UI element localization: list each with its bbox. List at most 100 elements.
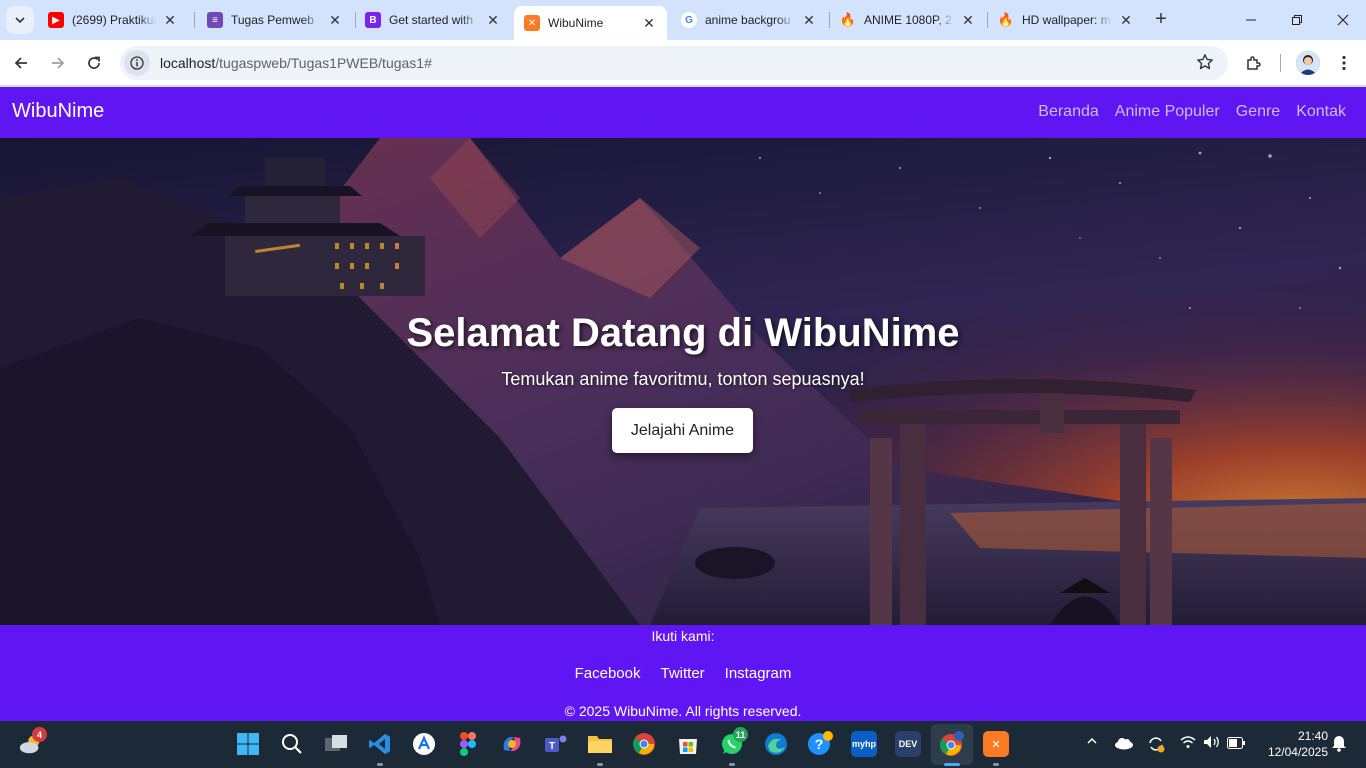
- microsoft-store-icon[interactable]: [675, 731, 701, 757]
- social-links: Facebook Twitter Instagram: [0, 665, 1366, 682]
- arrow-left-icon: [14, 57, 27, 69]
- forward-button[interactable]: [43, 48, 73, 78]
- youtube-icon: ▶: [48, 12, 64, 28]
- vscode-icon[interactable]: [367, 731, 393, 757]
- windows-start-icon[interactable]: [235, 731, 261, 757]
- tab-title: (2699) Praktikum: [72, 13, 156, 27]
- close-icon[interactable]: ✕: [1118, 12, 1134, 28]
- notification-bell-icon[interactable]: [1331, 734, 1347, 755]
- explore-anime-button[interactable]: Jelajahi Anime: [612, 408, 753, 453]
- edge-icon[interactable]: [763, 731, 789, 757]
- tab-separator: [194, 12, 195, 28]
- task-view-icon[interactable]: [323, 731, 349, 757]
- bookmark-star-icon[interactable]: [1196, 53, 1214, 76]
- clock-time: 21:40: [1297, 729, 1328, 743]
- nav-link-kontak[interactable]: Kontak: [1296, 103, 1346, 121]
- search-icon[interactable]: [279, 731, 305, 757]
- site-info-icon[interactable]: [124, 50, 150, 76]
- copilot-icon[interactable]: [499, 731, 525, 757]
- url-host: localhost: [160, 55, 216, 71]
- reload-button[interactable]: [79, 48, 109, 78]
- get-help-icon[interactable]: ?: [807, 731, 833, 757]
- close-icon[interactable]: ✕: [801, 12, 817, 28]
- tab-title: anime backgrou: [705, 13, 791, 27]
- close-icon[interactable]: ✕: [960, 12, 976, 28]
- social-link-facebook[interactable]: Facebook: [575, 665, 641, 682]
- tab-wallpaper-1[interactable]: 🔥 ANIME 1080P, 2 ✕: [830, 6, 986, 34]
- onedrive-icon[interactable]: [1114, 736, 1134, 753]
- tab-bootstrap[interactable]: B Get started with ✕: [355, 6, 511, 34]
- tab-title: HD wallpaper: m: [1022, 13, 1111, 27]
- weather-badge: 4: [32, 727, 47, 742]
- site-navbar: WibuNime Beranda Anime Populer Genre Kon…: [0, 87, 1366, 138]
- dev-home-icon[interactable]: DEV: [895, 731, 921, 757]
- file-explorer-icon[interactable]: [587, 731, 613, 757]
- reload-icon: [88, 56, 100, 69]
- sync-icon[interactable]: [1146, 734, 1166, 757]
- tab-wallpaper-2[interactable]: 🔥 HD wallpaper: m ✕: [988, 6, 1144, 34]
- xampp-icon: ✕: [524, 15, 540, 31]
- address-bar[interactable]: localhost/tugaspweb/Tugas1PWEB/tugas1#: [120, 46, 1228, 80]
- myhp-icon[interactable]: myhp: [851, 731, 877, 757]
- close-icon[interactable]: ✕: [327, 12, 343, 28]
- restore-icon: [1292, 15, 1302, 25]
- profile-avatar[interactable]: [1296, 51, 1320, 75]
- nav-link-beranda[interactable]: Beranda: [1038, 103, 1099, 121]
- forms-icon: ≡: [207, 12, 223, 28]
- browser-menu-button[interactable]: [1329, 48, 1359, 78]
- social-link-instagram[interactable]: Instagram: [725, 665, 792, 682]
- tab-search-button[interactable]: [6, 6, 34, 34]
- web-page: WibuNime Beranda Anime Populer Genre Kon…: [0, 87, 1366, 721]
- tab-title: WibuNime: [548, 16, 604, 30]
- site-footer: Ikuti kami: Facebook Twitter Instagram ©…: [0, 625, 1366, 721]
- back-button[interactable]: [6, 48, 36, 78]
- tab-title: Get started with: [389, 13, 474, 27]
- system-clock[interactable]: 21:40 12/04/2025: [1258, 728, 1328, 760]
- social-link-twitter[interactable]: Twitter: [660, 665, 704, 682]
- active-indicator: [944, 763, 960, 766]
- xampp-taskbar-icon[interactable]: ✕: [983, 731, 1009, 757]
- flame-icon: 🔥: [839, 12, 857, 27]
- tab-google-search[interactable]: G anime backgrou ✕: [671, 6, 827, 34]
- battery-icon[interactable]: [1227, 737, 1245, 752]
- restore-button[interactable]: [1274, 0, 1320, 40]
- url-text[interactable]: localhost/tugaspweb/Tugas1PWEB/tugas1#: [160, 55, 432, 71]
- minimize-button[interactable]: [1228, 0, 1274, 40]
- close-icon[interactable]: ✕: [162, 12, 178, 28]
- hero-subtitle: Temukan anime favoritmu, tonton sepuasny…: [501, 369, 865, 389]
- tab-wibunime[interactable]: ✕ WibuNime ✕: [514, 6, 667, 40]
- windows-taskbar: 4 T 11 ? myhp DEV ✕ 21:40 12/04/2025: [0, 721, 1366, 768]
- clock-date: 12/04/2025: [1267, 745, 1328, 759]
- puzzle-icon: [1247, 56, 1261, 70]
- figma-icon[interactable]: [455, 731, 481, 757]
- volume-icon[interactable]: [1203, 735, 1221, 752]
- toolbar-divider: [1280, 54, 1281, 72]
- tab-tugas-pemweb[interactable]: ≡ Tugas Pemweb ✕: [197, 6, 353, 34]
- chevron-up-icon[interactable]: [1086, 735, 1098, 750]
- more-vertical-icon: [1342, 55, 1346, 71]
- tab-youtube[interactable]: ▶ (2699) Praktikum ✕: [38, 6, 188, 34]
- bootstrap-icon: B: [365, 12, 381, 28]
- tab-title: Tugas Pemweb: [231, 13, 314, 27]
- nav-link-genre[interactable]: Genre: [1236, 103, 1280, 121]
- teams-icon[interactable]: T: [543, 731, 569, 757]
- hero-content: Selamat Datang di WibuNime Temukan anime…: [0, 138, 1366, 625]
- wifi-icon[interactable]: [1180, 735, 1196, 752]
- running-indicator: [729, 763, 735, 766]
- nav-links: Beranda Anime Populer Genre Kontak: [1038, 103, 1346, 121]
- copyright-text: © 2025 WibuNime. All rights reserved.: [564, 703, 802, 719]
- close-icon: [1337, 14, 1349, 26]
- extensions-button[interactable]: [1239, 48, 1269, 78]
- close-icon[interactable]: ✕: [641, 15, 657, 31]
- nav-link-anime-populer[interactable]: Anime Populer: [1115, 103, 1220, 121]
- new-tab-button[interactable]: +: [1150, 8, 1172, 30]
- hero-title: Selamat Datang di WibuNime: [406, 311, 960, 355]
- svg-text:T: T: [549, 741, 555, 752]
- close-icon[interactable]: ✕: [485, 12, 501, 28]
- site-brand[interactable]: WibuNime: [12, 100, 104, 123]
- google-icon: G: [681, 12, 697, 28]
- chrome-icon[interactable]: [631, 731, 657, 757]
- close-window-button[interactable]: [1320, 0, 1366, 40]
- app-store-icon[interactable]: [411, 731, 437, 757]
- chrome-active-icon[interactable]: [939, 731, 965, 757]
